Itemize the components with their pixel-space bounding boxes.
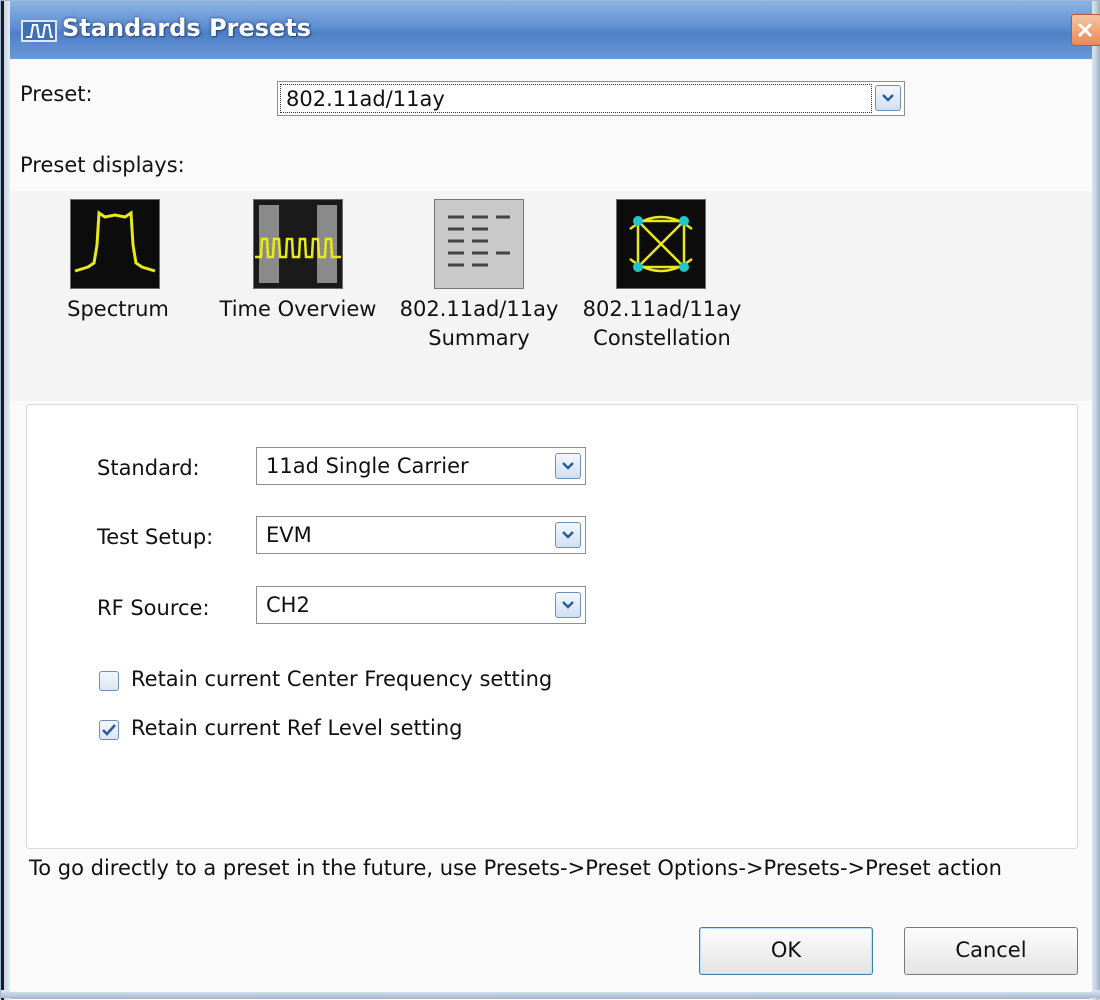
test-setup-select[interactable]: EVM [256,516,586,554]
standard-select[interactable]: 11ad Single Carrier [256,447,586,485]
cancel-button[interactable]: Cancel [904,927,1078,975]
ok-button[interactable]: OK [699,927,873,975]
test-setup-value: EVM [266,523,312,547]
test-setup-label: Test Setup: [97,525,214,549]
preset-hint-text: To go directly to a preset in the future… [29,856,1002,880]
display-caption: 802.11ad/11ay [399,297,559,321]
retain-center-frequency-label: Retain current Center Frequency setting [131,667,553,691]
close-button[interactable] [1071,14,1100,46]
rf-source-label: RF Source: [97,596,210,620]
window-left-edge [1,1,10,1000]
rf-source-select[interactable]: CH2 [256,586,586,624]
preset-select[interactable]: 802.11ad/11ay [277,81,905,116]
retain-ref-level-checkbox[interactable] [99,720,119,740]
preset-displays-area: Spectrum Time Overview 802.11ad/11ay Sum… [10,191,1092,401]
dialog-content: Preset: 802.11ad/11ay Preset displays: S… [10,59,1092,992]
display-caption-line2: Summary [428,326,530,350]
display-caption: Spectrum [67,297,169,321]
preset-select-value: 802.11ad/11ay [280,84,872,113]
chevron-down-icon [562,601,574,609]
display-caption: 802.11ad/11ay [582,297,742,321]
display-caption: Time Overview [219,297,377,321]
standard-label: Standard: [97,456,200,480]
close-icon [1077,22,1093,38]
checkmark-icon [102,724,116,736]
standards-presets-dialog: Standards Presets Preset: 802.11ad/11ay … [0,0,1100,1000]
chevron-down-icon [882,94,894,102]
dialog-title: Standards Presets [62,14,312,42]
preset-dropdown-button[interactable] [875,85,901,111]
chevron-down-icon [562,531,574,539]
retain-ref-level-label: Retain current Ref Level setting [131,716,463,740]
time-overview-icon [253,199,343,289]
preset-displays-label: Preset displays: [20,153,185,177]
rf-source-dropdown-button[interactable] [555,592,581,618]
preset-label: Preset: [20,82,93,106]
chevron-down-icon [562,462,574,470]
test-setup-dropdown-button[interactable] [555,522,581,548]
retain-center-frequency-checkbox[interactable] [99,671,119,691]
standard-value: 11ad Single Carrier [266,454,469,478]
app-icon [21,20,57,42]
summary-icon [434,199,524,289]
standard-dropdown-button[interactable] [555,453,581,479]
settings-group: Standard: 11ad Single Carrier Test Setup… [26,404,1078,849]
constellation-icon [616,199,706,289]
title-bar[interactable]: Standards Presets [10,1,1100,59]
spectrum-icon [70,199,160,289]
rf-source-value: CH2 [266,593,310,617]
display-caption-line2: Constellation [593,326,731,350]
